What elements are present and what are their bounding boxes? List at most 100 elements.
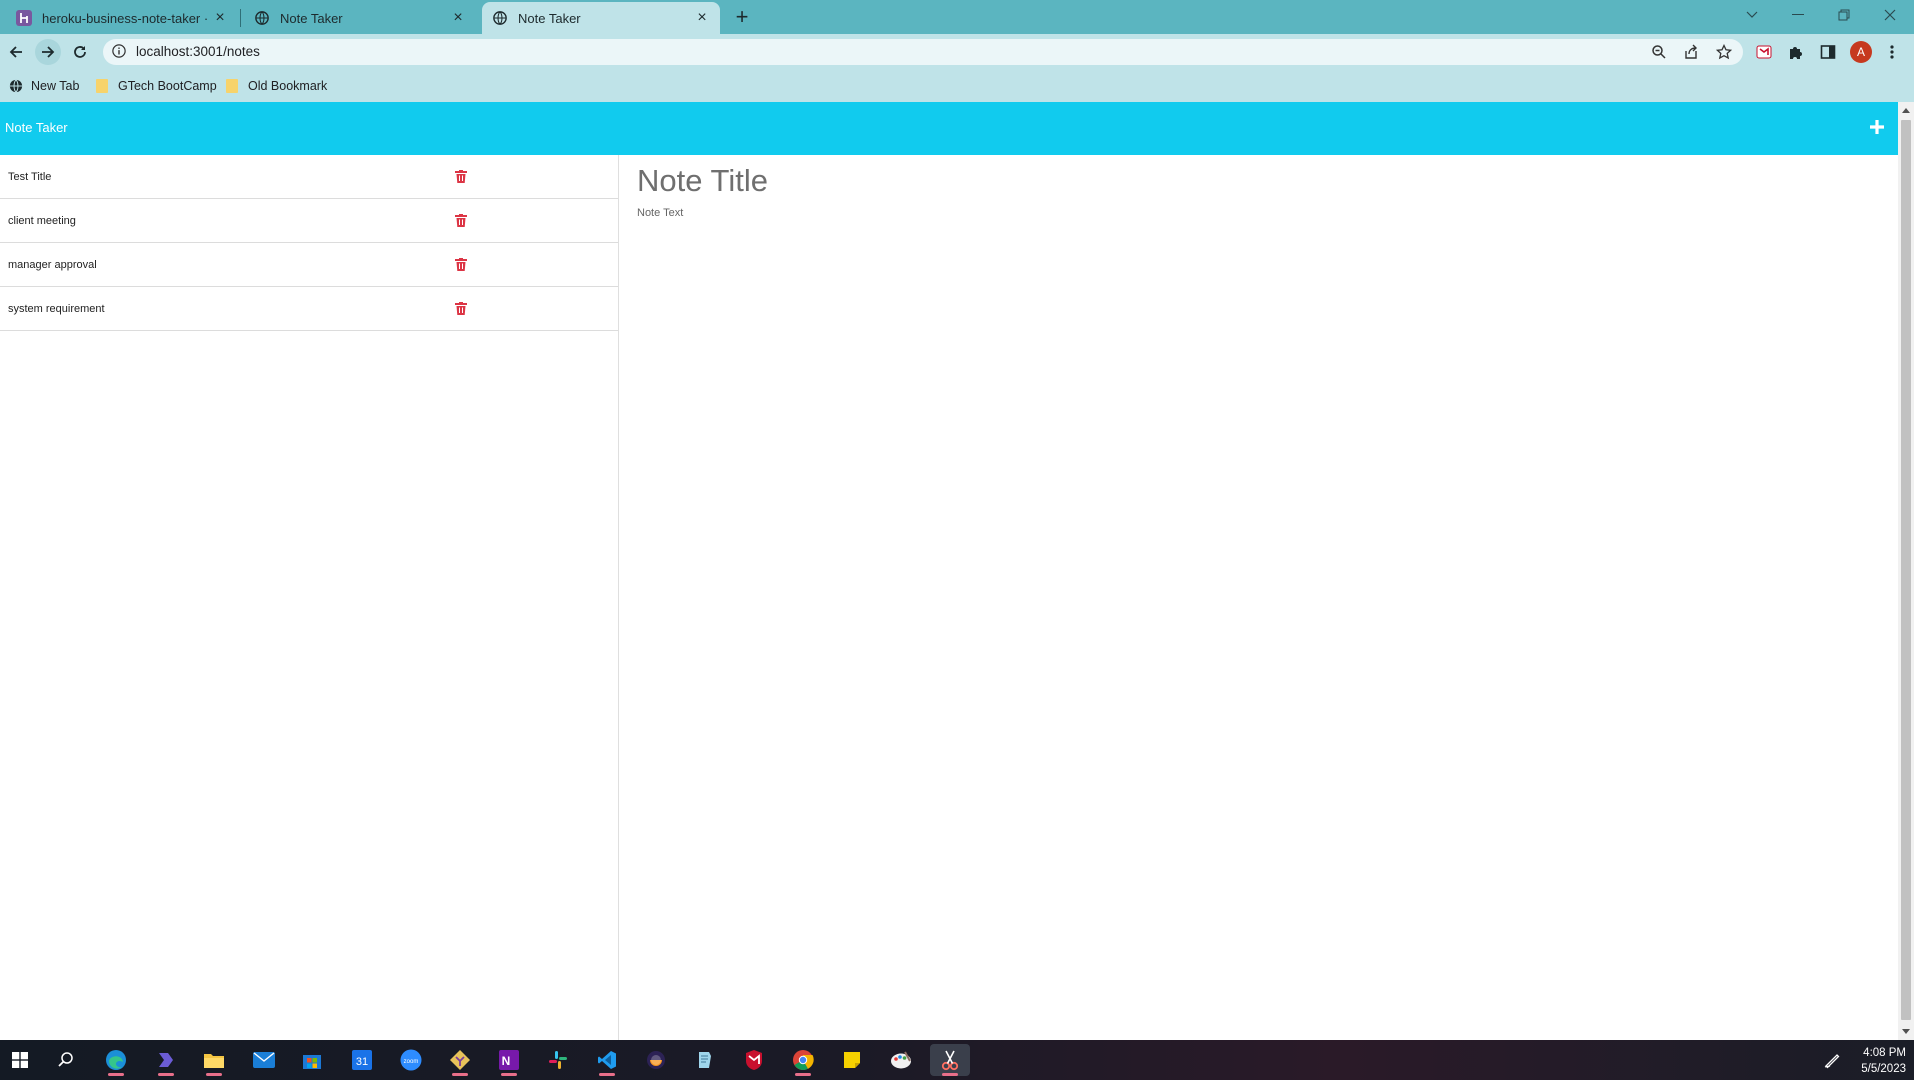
delete-trash-icon[interactable] [455,258,467,271]
page-scrollbar[interactable] [1898,102,1914,1040]
profile-avatar[interactable]: A [1850,41,1872,63]
sticky-notes-icon[interactable] [832,1044,872,1076]
bookmark-old-bookmark[interactable]: Old Bookmark [226,76,327,96]
vscode-icon[interactable] [587,1044,627,1076]
note-list-title[interactable]: client meeting [8,215,76,227]
browser-tab-heroku[interactable]: heroku-business-note-taker · GitH × [6,2,238,34]
bookmark-label: Old Bookmark [248,79,328,93]
back-icon[interactable] [3,39,29,65]
notepad-icon[interactable] [685,1044,725,1076]
browser-tab-strip: heroku-business-note-taker · GitH × Note… [0,0,1914,34]
close-window-icon[interactable] [1868,0,1912,30]
new-note-plus-icon[interactable] [1868,118,1888,138]
tab-title: Note Taker [280,10,343,26]
clock-time: 4:08 PM [1863,1047,1906,1059]
note-title-input[interactable] [637,163,1837,199]
mcafee-extension-icon[interactable] [1754,42,1774,62]
clock-date: 5/5/2023 [1861,1063,1906,1075]
restore-icon[interactable] [1822,0,1866,30]
note-list-title[interactable]: Test Title [8,171,51,183]
note-list-title[interactable]: manager approval [8,259,97,271]
app-brand[interactable]: Note Taker [5,120,68,135]
note-list-item[interactable]: system requirement [0,287,618,331]
mcafee-icon[interactable] [734,1044,774,1076]
globe-icon [9,79,23,93]
windows-start-icon[interactable] [0,1044,40,1076]
note-list-item[interactable]: client meeting [0,199,618,243]
running-indicator [206,1073,222,1076]
git-extensions-icon[interactable] [440,1044,480,1076]
note-list-title[interactable]: system requirement [8,303,105,315]
scroll-thumb[interactable] [1901,120,1911,1020]
new-tab-button[interactable]: + [730,6,754,30]
tab-search-icon[interactable] [1730,0,1774,30]
folder-icon [226,79,240,93]
address-bar[interactable]: localhost:3001/notes [103,39,1743,65]
running-indicator [942,1073,958,1076]
bookmark-label: New Tab [31,79,80,93]
eclipse-icon[interactable] [636,1044,676,1076]
tab-close-icon[interactable]: × [212,10,228,26]
side-panel-icon[interactable] [1818,42,1838,62]
running-indicator [599,1073,615,1076]
file-explorer-icon[interactable] [194,1044,234,1076]
calendar-icon[interactable]: 31 [342,1044,382,1076]
browser-tab-note-taker-active[interactable]: Note Taker × [482,2,720,34]
delete-trash-icon[interactable] [455,214,467,227]
folder-icon [96,79,110,93]
browser-toolbar: localhost:3001/notes A [0,34,1914,70]
power-automate-icon[interactable] [146,1044,186,1076]
edge-browser-icon[interactable] [96,1044,136,1076]
share-icon[interactable] [1683,44,1701,62]
delete-trash-icon[interactable] [455,170,467,183]
pen-workspace-icon[interactable] [1812,1044,1852,1076]
heroku-icon [16,10,32,26]
chrome-icon[interactable] [783,1044,823,1076]
snipping-tool-icon[interactable] [930,1044,970,1076]
search-icon[interactable] [46,1044,86,1076]
tab-separator [240,9,241,27]
browser-tab-note-taker[interactable]: Note Taker × [244,2,476,34]
running-indicator [158,1073,174,1076]
extensions-puzzle-icon[interactable] [1786,42,1806,62]
running-indicator [452,1073,468,1076]
bookmark-label: GTech BootCamp [118,79,217,93]
scroll-down-arrow-icon[interactable] [1902,1029,1910,1034]
note-list-item[interactable]: Test Title [0,155,618,199]
bookmark-gtech-bootcamp[interactable]: GTech BootCamp [96,76,217,96]
tab-title: Note Taker [518,10,581,26]
forward-icon[interactable] [35,39,61,65]
reload-icon[interactable] [67,39,93,65]
mail-icon[interactable] [244,1044,284,1076]
minimize-icon[interactable] [1776,0,1820,30]
paint-icon[interactable] [881,1044,921,1076]
svg-text:zoom: zoom [404,1059,419,1065]
note-list-item[interactable]: manager approval [0,243,618,287]
onenote-icon[interactable]: N [489,1044,529,1076]
bookmark-new-tab[interactable]: New Tab [9,76,79,96]
tab-close-icon[interactable]: × [450,10,466,26]
browser-menu-icon[interactable] [1882,42,1902,62]
bookmarks-bar: New Tab GTech BootCamp Old Bookmark [0,70,1914,102]
tab-title: heroku-business-note-taker · GitH [42,10,212,26]
globe-icon [254,10,270,26]
svg-text:N: N [502,1054,511,1068]
zoom-app-icon[interactable]: zoom [391,1044,431,1076]
bookmark-star-icon[interactable] [1715,43,1734,62]
running-indicator [108,1073,124,1076]
microsoft-store-icon[interactable] [292,1044,332,1076]
address-url: localhost:3001/notes [136,44,260,59]
scroll-up-arrow-icon[interactable] [1902,108,1910,113]
tab-close-icon[interactable]: × [694,10,710,26]
delete-trash-icon[interactable] [455,302,467,315]
slack-icon[interactable] [538,1044,578,1076]
running-indicator [795,1073,811,1076]
running-indicator [501,1073,517,1076]
note-list: Test Title client meeting manager approv… [0,155,619,1040]
system-clock[interactable]: 4:08 PM 5/5/2023 [1861,1045,1906,1077]
globe-icon [492,10,508,26]
page-content: Note Taker Test Title client meeting man… [0,102,1898,1040]
note-text-textarea[interactable] [637,207,1837,807]
zoom-icon[interactable] [1651,44,1669,62]
site-info-icon[interactable] [112,44,128,60]
